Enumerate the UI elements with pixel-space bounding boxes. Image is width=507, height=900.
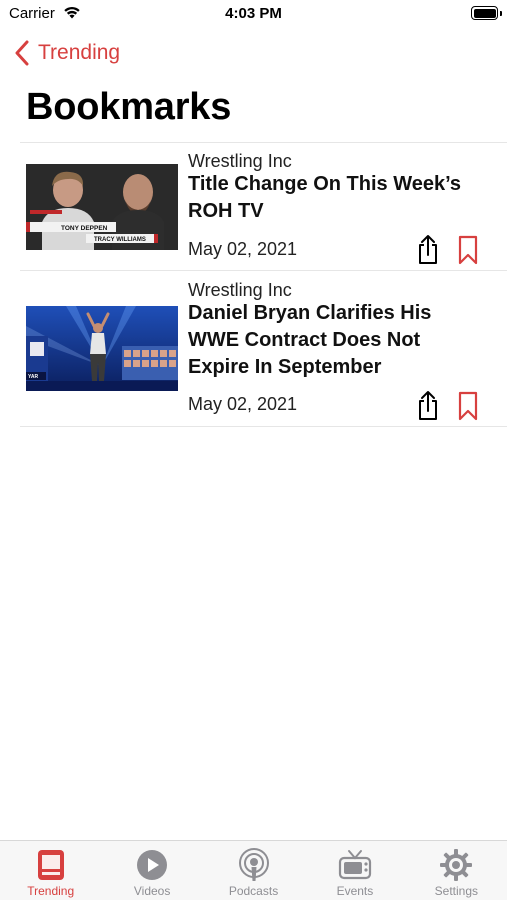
- article-thumbnail: YAR: [26, 306, 178, 391]
- tab-label: Trending: [27, 884, 75, 898]
- tab-events[interactable]: Events: [304, 841, 405, 900]
- article-date: May 02, 2021: [188, 239, 298, 259]
- podcast-icon: [238, 848, 269, 881]
- thumbnail-caption: TONY DEPPEN: [61, 225, 108, 232]
- status-time: 4:03 PM: [225, 5, 282, 22]
- article-date: May 02, 2021: [188, 394, 298, 414]
- article-row[interactable]: TONY DEPPEN TRACY WILLIAMS Wrestling Inc…: [20, 143, 507, 271]
- tab-label: Settings: [434, 884, 478, 898]
- tab-trending[interactable]: Trending: [0, 841, 101, 900]
- status-bar: Carrier 4:03 PM: [0, 0, 507, 28]
- bookmark-icon[interactable]: [457, 235, 479, 265]
- gear-icon: [440, 849, 473, 881]
- chevron-left-icon: [15, 40, 29, 66]
- article-thumbnail: TONY DEPPEN TRACY WILLIAMS: [26, 164, 178, 250]
- trending-icon: [37, 850, 64, 880]
- tv-icon: [338, 850, 372, 880]
- tab-label: Podcasts: [228, 884, 279, 898]
- article-title[interactable]: Daniel Bryan Clarifies His WWE Contract …: [188, 300, 477, 381]
- thumbnail-caption: TRACY WILLIAMS: [94, 237, 146, 243]
- tab-label: Videos: [133, 884, 171, 898]
- tab-videos[interactable]: Videos: [101, 841, 202, 900]
- svg-text:YAR: YAR: [28, 374, 38, 380]
- tab-label: Events: [336, 884, 374, 898]
- tab-podcasts[interactable]: Podcasts: [203, 841, 304, 900]
- article-row[interactable]: YAR Wrestling Inc Daniel Bryan Clarifies…: [20, 271, 507, 427]
- back-label: Trending: [38, 41, 121, 64]
- share-icon[interactable]: [416, 389, 440, 421]
- share-icon[interactable]: [416, 233, 440, 265]
- article-source: Wrestling Inc: [188, 151, 292, 171]
- article-source: Wrestling Inc: [188, 280, 292, 300]
- battery-icon: [471, 6, 498, 20]
- back-button[interactable]: Trending: [14, 38, 120, 68]
- tab-bar: Trending Videos Podcasts Events Settings: [0, 840, 507, 900]
- page-title: Bookmarks: [26, 86, 232, 128]
- bookmark-icon[interactable]: [457, 391, 479, 421]
- play-icon: [137, 850, 168, 880]
- tab-settings[interactable]: Settings: [406, 841, 507, 900]
- article-title[interactable]: Title Change On This Week’s ROH TV: [188, 171, 477, 225]
